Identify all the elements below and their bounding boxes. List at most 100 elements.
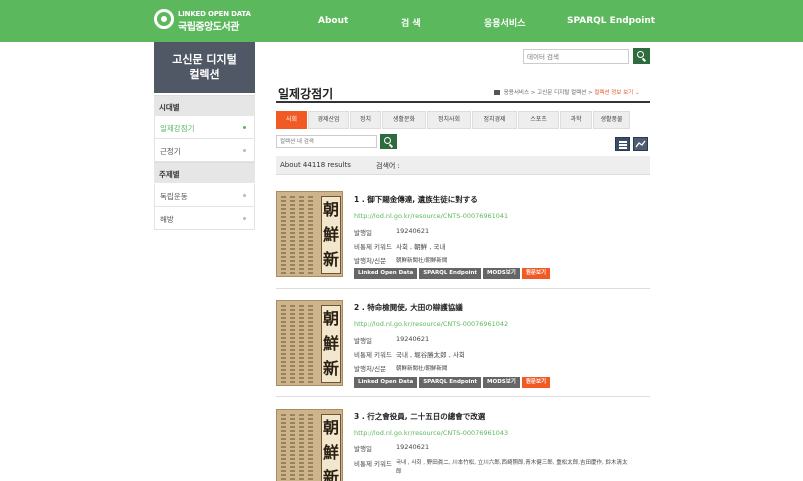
bullet-icon (243, 149, 246, 152)
text-column (308, 414, 313, 481)
tab-customs[interactable]: 생활풍물 (593, 111, 630, 129)
sidebar-title-line2: 컬렉션 (189, 68, 220, 81)
keywords-value: 국내 , 사회 , 野田眞二, 川本竹松, 立川六郎,西崎照郎,青木健三郎, 重… (396, 460, 628, 466)
sidebar-item-liberation[interactable]: 해방 (154, 207, 255, 230)
newspaper-masthead: 朝鮮新聞 (321, 305, 341, 385)
text-column (281, 414, 286, 481)
publisher-value: 朝鮮新聞社/朝鮮新聞 (396, 258, 448, 264)
date-label: 발행일 (354, 229, 372, 237)
keywords-label: 비통제 키워드 (354, 460, 392, 468)
tab-politics-society[interactable]: 정치사회 (427, 111, 471, 129)
view-original-button[interactable]: 원문보기 (521, 377, 551, 388)
breadcrumb: 응용서비스 > 고신문 디지털 컬렉션 > 컬렉션 정보 보기 ⌄ (494, 88, 640, 96)
site-logo[interactable]: LINKED OPEN DATA 국립중앙도서관 (154, 9, 251, 33)
data-search-button[interactable] (633, 48, 650, 64)
result-uri[interactable]: http://lod.nl.go.kr/resource/CNTS-000769… (354, 212, 508, 220)
newspaper-masthead: 朝鮮新聞 (321, 414, 341, 481)
result-uri[interactable]: http://lod.nl.go.kr/resource/CNTS-000769… (354, 320, 508, 328)
bullet-icon (243, 217, 246, 220)
breadcrumb-current[interactable]: 컬렉션 정보 보기 (594, 90, 633, 96)
bullet-icon (243, 126, 246, 129)
keywords-label: 비통제 키워드 (354, 351, 392, 359)
sidebar-item-independence[interactable]: 독립운동 (154, 184, 255, 207)
home-icon[interactable] (494, 90, 500, 95)
keywords-value: 사회 , 朝鮮 , 국내 (396, 243, 446, 251)
list-view-button[interactable] (615, 137, 630, 151)
linked-open-data-button[interactable]: Linked Open Data (354, 268, 418, 279)
result-divider (276, 396, 650, 397)
tab-science[interactable]: 과학 (560, 111, 592, 129)
sparql-endpoint-button[interactable]: SPARQL Endpoint (419, 377, 482, 388)
sidebar-title-line1: 고신문 디지털 (172, 53, 237, 66)
nav-sparql-endpoint[interactable]: SPARQL Endpoint (567, 16, 655, 26)
sparql-endpoint-button[interactable]: SPARQL Endpoint (419, 268, 482, 279)
newspaper-thumbnail[interactable]: 朝鮮新聞 (276, 191, 343, 277)
result-divider (276, 288, 650, 289)
linked-open-data-button[interactable]: Linked Open Data (354, 377, 418, 388)
search-icon (637, 51, 644, 58)
collection-search-input[interactable] (276, 135, 377, 148)
text-column (299, 196, 304, 274)
text-column (299, 414, 304, 481)
sidebar-item-label: 독립운동 (160, 192, 188, 201)
publisher-value: 朝鮮新聞社/朝鮮新聞 (396, 366, 448, 372)
text-column (299, 305, 304, 383)
nav-search[interactable]: 검 색 (401, 16, 421, 29)
text-column (290, 196, 295, 274)
date-value: 19240621 (396, 443, 430, 451)
logo-korean-text: 국립중앙도서관 (178, 22, 239, 33)
text-column (290, 305, 295, 383)
text-column (290, 414, 295, 481)
tab-society[interactable]: 사회 (276, 111, 307, 129)
keywords-value: 국내 , 堀谷勝太郎 , 사회 (396, 351, 465, 359)
collection-search-button[interactable] (380, 134, 397, 149)
date-value: 19240621 (396, 227, 430, 235)
title-divider (276, 101, 650, 103)
logo-english-text: LINKED OPEN DATA (178, 10, 251, 18)
newspaper-thumbnail[interactable]: 朝鮮新聞 (276, 409, 343, 481)
mods-view-button[interactable]: MODS보기 (483, 268, 520, 279)
bullet-icon (243, 194, 246, 197)
nav-about[interactable]: About (318, 16, 348, 26)
data-search-input[interactable] (523, 49, 629, 64)
text-column (281, 196, 286, 274)
list-icon (619, 141, 627, 143)
chevron-down-icon[interactable]: ⌄ (635, 90, 640, 96)
view-original-button[interactable]: 원문보기 (521, 268, 551, 279)
text-column (308, 196, 313, 274)
publisher-label: 발행처/신문 (354, 257, 387, 265)
publisher-label: 발행처/신문 (354, 365, 387, 373)
date-value: 19240621 (396, 335, 430, 343)
tab-politics[interactable]: 정치 (350, 111, 381, 129)
results-count: About 44118 results (280, 161, 351, 169)
mods-view-button[interactable]: MODS보기 (483, 377, 520, 388)
query-label: 검색어 : (376, 162, 400, 170)
result-actions: Linked Open Data SPARQL Endpoint MODS보기 … (354, 268, 551, 279)
result-actions: Linked Open Data SPARQL Endpoint MODS보기 … (354, 377, 551, 388)
keywords-label: 비통제 키워드 (354, 243, 392, 251)
tab-culture[interactable]: 생활문화 (382, 111, 426, 129)
search-icon (384, 137, 391, 144)
text-column (308, 305, 313, 383)
keywords-value-continued: 郎 (396, 469, 402, 475)
sidebar-item-label: 해방 (160, 215, 174, 224)
sidebar-title: 고신문 디지털 컬렉션 (154, 42, 255, 93)
result-title[interactable]: 1 . 御下賜金傳達, 遺族生徒に對する (354, 194, 478, 205)
nav-applications[interactable]: 응용서비스 (484, 16, 525, 29)
sidebar-section-era: 시대별 (154, 95, 255, 116)
result-title[interactable]: 3 . 行之會役員, 二十五日の總會で改選 (354, 411, 485, 422)
sidebar-item-modern-era[interactable]: 근정기 (154, 139, 255, 162)
tab-politics-economy[interactable]: 정치경제 (472, 111, 517, 129)
tab-economy[interactable]: 경제산업 (308, 111, 349, 129)
result-title[interactable]: 2 . 特命檢閱使, 大田の辯護協議 (354, 302, 463, 313)
page-title: 일제강점기 (278, 87, 334, 101)
chart-view-button[interactable] (633, 137, 648, 151)
top-navigation-bar: LINKED OPEN DATA 국립중앙도서관 About 검 색 응용서비스… (0, 0, 803, 42)
sidebar-section-topic: 주제별 (154, 162, 255, 183)
breadcrumb-path[interactable]: 응용서비스 > 고신문 디지털 컬렉션 > (504, 90, 593, 96)
sidebar-item-colonial-era[interactable]: 일제강점기 (154, 116, 255, 139)
tab-sports[interactable]: 스포츠 (518, 111, 559, 129)
line-chart-icon (635, 140, 646, 148)
newspaper-thumbnail[interactable]: 朝鮮新聞 (276, 300, 343, 386)
result-uri[interactable]: http://lod.nl.go.kr/resource/CNTS-000769… (354, 429, 508, 437)
